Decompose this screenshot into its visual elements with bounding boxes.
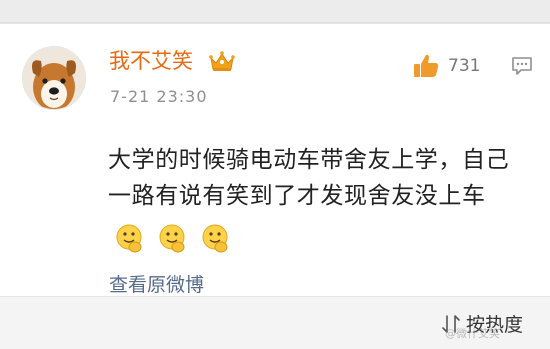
comment-card: 我不艾笑 7-21 23:30 731 大学的时候骑电动车带舍友上学，自己一路有… <box>0 23 550 297</box>
face-emoji-icon <box>114 223 144 253</box>
screen: 我不艾笑 7-21 23:30 731 大学的时候骑电动车带舍友上学，自己一路有… <box>0 0 550 349</box>
comment-button[interactable] <box>510 54 534 78</box>
top-strip <box>0 0 550 23</box>
like-count: 731 <box>448 56 481 76</box>
watermark: @微什艾笑 <box>445 327 500 340</box>
thumbs-up-icon <box>414 54 439 77</box>
comment-icon <box>512 57 532 75</box>
face-emoji-icon <box>200 223 230 253</box>
view-original-link[interactable]: 查看原微博 <box>109 272 204 298</box>
timestamp: 7-21 23:30 <box>110 87 208 106</box>
comment-body: 大学的时候骑电动车带舍友上学，自己一路有说有笑到了才发现舍友没上车 <box>108 142 528 255</box>
crown-icon <box>208 49 236 73</box>
username[interactable]: 我不艾笑 <box>109 46 193 76</box>
avatar[interactable] <box>22 46 86 110</box>
like-button[interactable]: 731 <box>412 52 480 80</box>
face-emoji-icon <box>157 223 187 253</box>
emoji-group <box>114 219 235 255</box>
comment-text: 大学的时候骑电动车带舍友上学，自己一路有说有笑到了才发现舍友没上车 <box>108 147 510 209</box>
dog-avatar-icon <box>23 47 85 109</box>
